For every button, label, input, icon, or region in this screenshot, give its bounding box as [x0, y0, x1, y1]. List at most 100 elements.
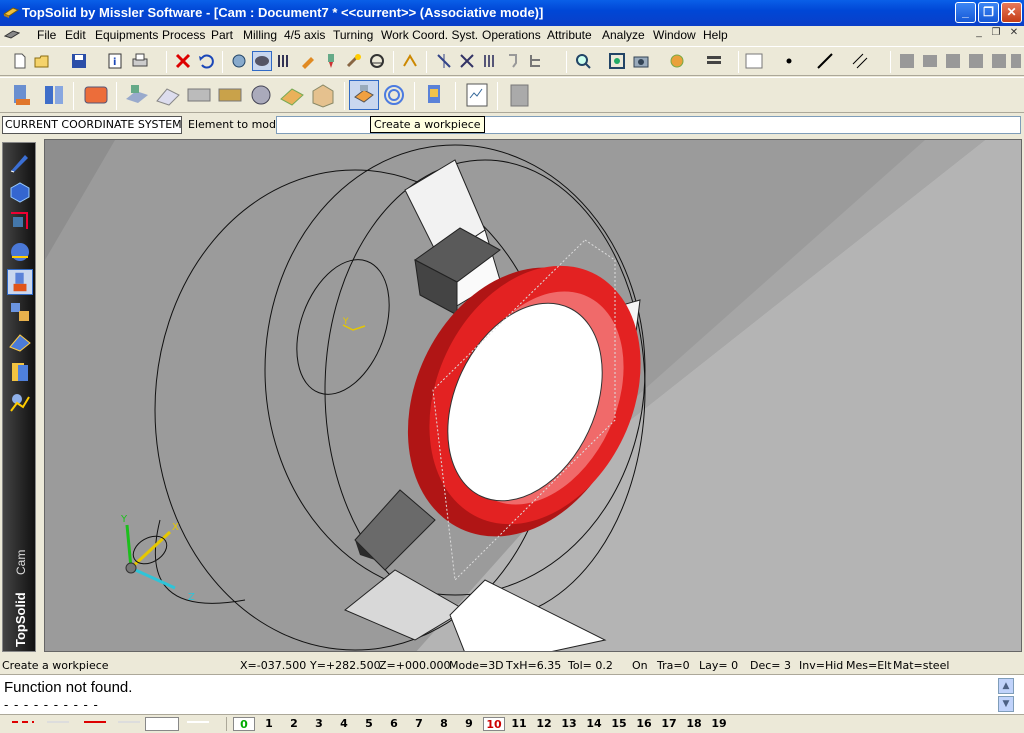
layer-icon[interactable]: [705, 52, 723, 70]
line-style-gray[interactable]: [118, 721, 140, 723]
operator-icon[interactable]: [421, 81, 449, 109]
layer-18[interactable]: 18: [683, 717, 705, 731]
menu-work-coord-syst[interactable]: Work Coord. Syst.: [381, 28, 478, 42]
maximize-button[interactable]: ❐: [978, 2, 999, 23]
section-icon[interactable]: [435, 52, 453, 70]
draft-icon[interactable]: [7, 239, 33, 265]
line-style-dashdot[interactable]: [12, 721, 34, 723]
status-dec[interactable]: Dec= 3: [750, 659, 791, 672]
layer-10[interactable]: 10: [483, 717, 505, 731]
analysis-icon[interactable]: [7, 389, 33, 415]
grid-d-icon[interactable]: [967, 52, 985, 70]
cam-icon[interactable]: [7, 269, 33, 295]
menu-turning[interactable]: Turning: [333, 28, 373, 42]
mdi-close-button[interactable]: ✕: [1007, 27, 1021, 41]
document-icon[interactable]: [506, 81, 534, 109]
camera-icon[interactable]: [632, 52, 650, 70]
tree-icon[interactable]: [527, 52, 545, 70]
refresh-icon[interactable]: [230, 52, 248, 70]
undo-icon[interactable]: [197, 52, 215, 70]
menu-file[interactable]: File: [37, 28, 56, 42]
status-txh[interactable]: TxH=6.35: [506, 659, 561, 672]
line-style-red[interactable]: [84, 721, 106, 723]
menu-attribute[interactable]: Attribute: [547, 28, 592, 42]
fixture-icon[interactable]: [154, 81, 182, 109]
layer-1[interactable]: 1: [258, 717, 280, 731]
line-style-icon[interactable]: [816, 52, 834, 70]
layer-11[interactable]: 11: [508, 717, 530, 731]
graphics-viewport[interactable]: Y Y X Z: [44, 139, 1022, 652]
layer-3[interactable]: 3: [308, 717, 330, 731]
mdi-restore-button[interactable]: ❐: [989, 27, 1003, 41]
grid-e-icon[interactable]: [990, 52, 1008, 70]
menu-edit[interactable]: Edit: [65, 28, 86, 42]
layer-15[interactable]: 15: [608, 717, 630, 731]
edit-icon[interactable]: [458, 52, 476, 70]
new-icon[interactable]: [11, 52, 29, 70]
part-icon[interactable]: [123, 81, 151, 109]
grid-a-icon[interactable]: [898, 52, 916, 70]
dim-icon[interactable]: [368, 52, 386, 70]
layer-14[interactable]: 14: [583, 717, 605, 731]
simulate-icon[interactable]: [345, 52, 363, 70]
unfold-icon[interactable]: [7, 359, 33, 385]
assembly-icon[interactable]: [7, 299, 33, 325]
layer-7[interactable]: 7: [408, 717, 430, 731]
zoom-fit-icon[interactable]: [608, 52, 626, 70]
holder-icon[interactable]: [185, 81, 213, 109]
status-inv[interactable]: Inv=Hid: [799, 659, 843, 672]
hook-icon[interactable]: [504, 52, 522, 70]
layer-4[interactable]: 4: [333, 717, 355, 731]
grid-b-icon[interactable]: [921, 52, 939, 70]
layer-5[interactable]: 5: [358, 717, 380, 731]
grid-f-icon[interactable]: [1010, 52, 1022, 70]
menu-operations[interactable]: Operations: [482, 28, 541, 42]
menu-help[interactable]: Help: [703, 28, 728, 42]
design-icon[interactable]: [7, 209, 33, 235]
layer-12[interactable]: 12: [533, 717, 555, 731]
vise-icon[interactable]: [247, 81, 275, 109]
layer-9[interactable]: 9: [458, 717, 480, 731]
clamp-icon[interactable]: [216, 81, 244, 109]
menu-4-5-axis[interactable]: 4/5 axis: [284, 28, 325, 42]
block-icon[interactable]: [309, 81, 337, 109]
status-mode[interactable]: Mode=3D: [449, 659, 504, 672]
line-style-box[interactable]: [145, 717, 179, 731]
line-style-thin[interactable]: [47, 721, 69, 723]
point-style-icon[interactable]: [780, 52, 798, 70]
layer-6[interactable]: 6: [383, 717, 405, 731]
layer-16[interactable]: 16: [633, 717, 655, 731]
sketch-icon[interactable]: [7, 149, 33, 175]
measure-icon[interactable]: [481, 52, 499, 70]
menu-equipments[interactable]: Equipments: [95, 28, 158, 42]
delete-icon[interactable]: [174, 52, 192, 70]
print-icon[interactable]: [131, 52, 149, 70]
properties-icon[interactable]: i: [106, 52, 124, 70]
status-mat[interactable]: Mat=steel: [893, 659, 949, 672]
drill-icon[interactable]: [322, 52, 340, 70]
color-swatch-icon[interactable]: [745, 52, 763, 70]
layer-19[interactable]: 19: [708, 717, 730, 731]
workshop-icon[interactable]: [41, 81, 69, 109]
layer-13[interactable]: 13: [558, 717, 580, 731]
hatch-icon[interactable]: [851, 52, 869, 70]
curve-icon[interactable]: [401, 52, 419, 70]
console-scroll-down-button[interactable]: ▼: [998, 696, 1014, 712]
open-icon[interactable]: [33, 52, 51, 70]
shape-icon[interactable]: [7, 179, 33, 205]
tool-icon[interactable]: [299, 52, 317, 70]
menu-window[interactable]: Window: [653, 28, 696, 42]
menu-part[interactable]: Part: [211, 28, 233, 42]
menu-process[interactable]: Process: [162, 28, 205, 42]
layer-17[interactable]: 17: [658, 717, 680, 731]
coordinate-icon[interactable]: [276, 52, 294, 70]
layer-2[interactable]: 2: [283, 717, 305, 731]
console-scroll-up-button[interactable]: ▲: [998, 678, 1014, 694]
status-lay[interactable]: Lay= 0: [699, 659, 738, 672]
zoom-icon[interactable]: [574, 52, 592, 70]
menu-milling[interactable]: Milling: [243, 28, 277, 42]
menu-analyze[interactable]: Analyze: [602, 28, 645, 42]
document-menu-icon[interactable]: [4, 29, 20, 41]
minimize-button[interactable]: _: [955, 2, 976, 23]
save-icon[interactable]: [70, 52, 88, 70]
